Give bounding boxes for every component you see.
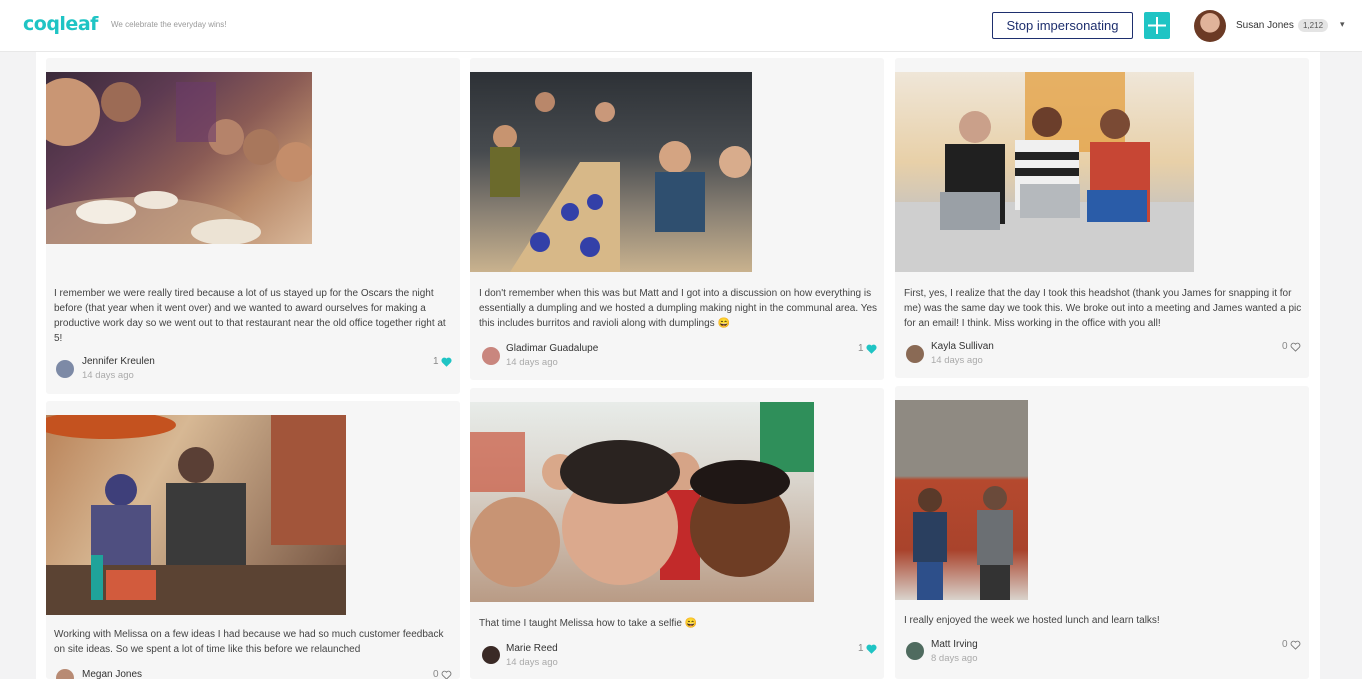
heart-outline-icon bbox=[1290, 640, 1300, 650]
post-author[interactable]: Matt Irving bbox=[931, 639, 978, 650]
post-photo-dumpling-night[interactable] bbox=[470, 72, 752, 272]
post-caption: That time I taught Melissa how to take a… bbox=[479, 618, 698, 629]
post-author[interactable]: Gladimar Guadalupe bbox=[506, 343, 598, 354]
post-author[interactable]: Marie Reed bbox=[506, 643, 558, 654]
post-photo-selfie[interactable] bbox=[470, 402, 814, 602]
add-post-button[interactable] bbox=[1144, 12, 1170, 39]
selfie-scene-graphic bbox=[470, 402, 814, 587]
post-caption: I don't remember when this was but Matt … bbox=[479, 288, 878, 329]
post-card: I remember we were really tired because … bbox=[46, 58, 460, 394]
like-count: 1 bbox=[858, 343, 864, 354]
post-author[interactable]: Jennifer Kreulen bbox=[82, 356, 155, 367]
talk-scene-graphic bbox=[913, 486, 1013, 600]
laptops-scene-graphic bbox=[895, 72, 1194, 272]
points-badge: 1,212 bbox=[1298, 19, 1329, 32]
plus-icon bbox=[1148, 17, 1166, 34]
like-count: 0 bbox=[433, 669, 439, 679]
stop-impersonating-button[interactable]: Stop impersonating bbox=[992, 12, 1133, 39]
like-button[interactable]: 0 bbox=[1282, 639, 1301, 650]
post-caption: I remember we were really tired because … bbox=[54, 288, 446, 344]
like-button[interactable]: 0 bbox=[433, 669, 452, 679]
post-time: 14 days ago bbox=[506, 357, 558, 368]
dumpling-party-graphic bbox=[490, 92, 751, 272]
heart-filled-icon bbox=[866, 644, 877, 654]
post-photo-working[interactable] bbox=[46, 415, 346, 615]
post-caption: Working with Melissa on a few ideas I ha… bbox=[54, 629, 444, 655]
working-scene-graphic bbox=[46, 415, 346, 615]
post-author[interactable]: Megan Jones bbox=[82, 669, 142, 679]
post-time: 14 days ago bbox=[506, 657, 558, 668]
author-avatar[interactable] bbox=[56, 360, 74, 378]
post-time: 8 days ago bbox=[931, 653, 978, 664]
post-card: That time I taught Melissa how to take a… bbox=[470, 388, 884, 679]
post-card: First, yes, I realize that the day I too… bbox=[895, 58, 1309, 378]
like-button[interactable]: 1 bbox=[858, 343, 877, 354]
heart-filled-icon bbox=[866, 344, 877, 354]
author-avatar[interactable] bbox=[906, 345, 924, 363]
post-time: 14 days ago bbox=[82, 370, 134, 381]
like-count: 0 bbox=[1282, 341, 1288, 352]
user-name[interactable]: Susan Jones bbox=[1236, 20, 1294, 31]
chevron-down-icon[interactable]: ▾ bbox=[1340, 19, 1345, 30]
post-photo-restaurant[interactable] bbox=[46, 72, 312, 244]
author-avatar[interactable] bbox=[906, 642, 924, 660]
heart-filled-icon bbox=[441, 357, 452, 367]
author-avatar[interactable] bbox=[56, 669, 74, 679]
post-photo-lunch-and-learn[interactable] bbox=[895, 400, 1028, 600]
post-photo-laptops[interactable] bbox=[895, 72, 1194, 272]
coqleaf-logo[interactable]: coqleaf bbox=[23, 13, 98, 35]
heart-outline-icon bbox=[441, 670, 451, 679]
author-avatar[interactable] bbox=[482, 347, 500, 365]
post-caption: I really enjoyed the week we hosted lunc… bbox=[904, 615, 1160, 626]
restaurant-scene-graphic bbox=[46, 78, 312, 244]
author-avatar[interactable] bbox=[482, 646, 500, 664]
heart-outline-icon bbox=[1290, 342, 1300, 352]
post-card: Working with Melissa on a few ideas I ha… bbox=[46, 401, 460, 679]
post-author[interactable]: Kayla Sullivan bbox=[931, 341, 994, 352]
like-count: 0 bbox=[1282, 639, 1288, 650]
post-card: I really enjoyed the week we hosted lunc… bbox=[895, 386, 1309, 679]
user-avatar[interactable] bbox=[1194, 10, 1226, 42]
tagline: We celebrate the everyday wins! bbox=[111, 20, 227, 29]
top-navigation-bar: coqleaf We celebrate the everyday wins! … bbox=[0, 0, 1362, 52]
like-button[interactable]: 0 bbox=[1282, 341, 1301, 352]
like-button[interactable]: 1 bbox=[433, 356, 452, 367]
post-caption: First, yes, I realize that the day I too… bbox=[904, 288, 1302, 329]
like-count: 1 bbox=[433, 356, 439, 367]
like-count: 1 bbox=[858, 643, 864, 654]
post-time: 14 days ago bbox=[931, 355, 983, 366]
post-card: I don't remember when this was but Matt … bbox=[470, 58, 884, 380]
like-button[interactable]: 1 bbox=[858, 643, 877, 654]
